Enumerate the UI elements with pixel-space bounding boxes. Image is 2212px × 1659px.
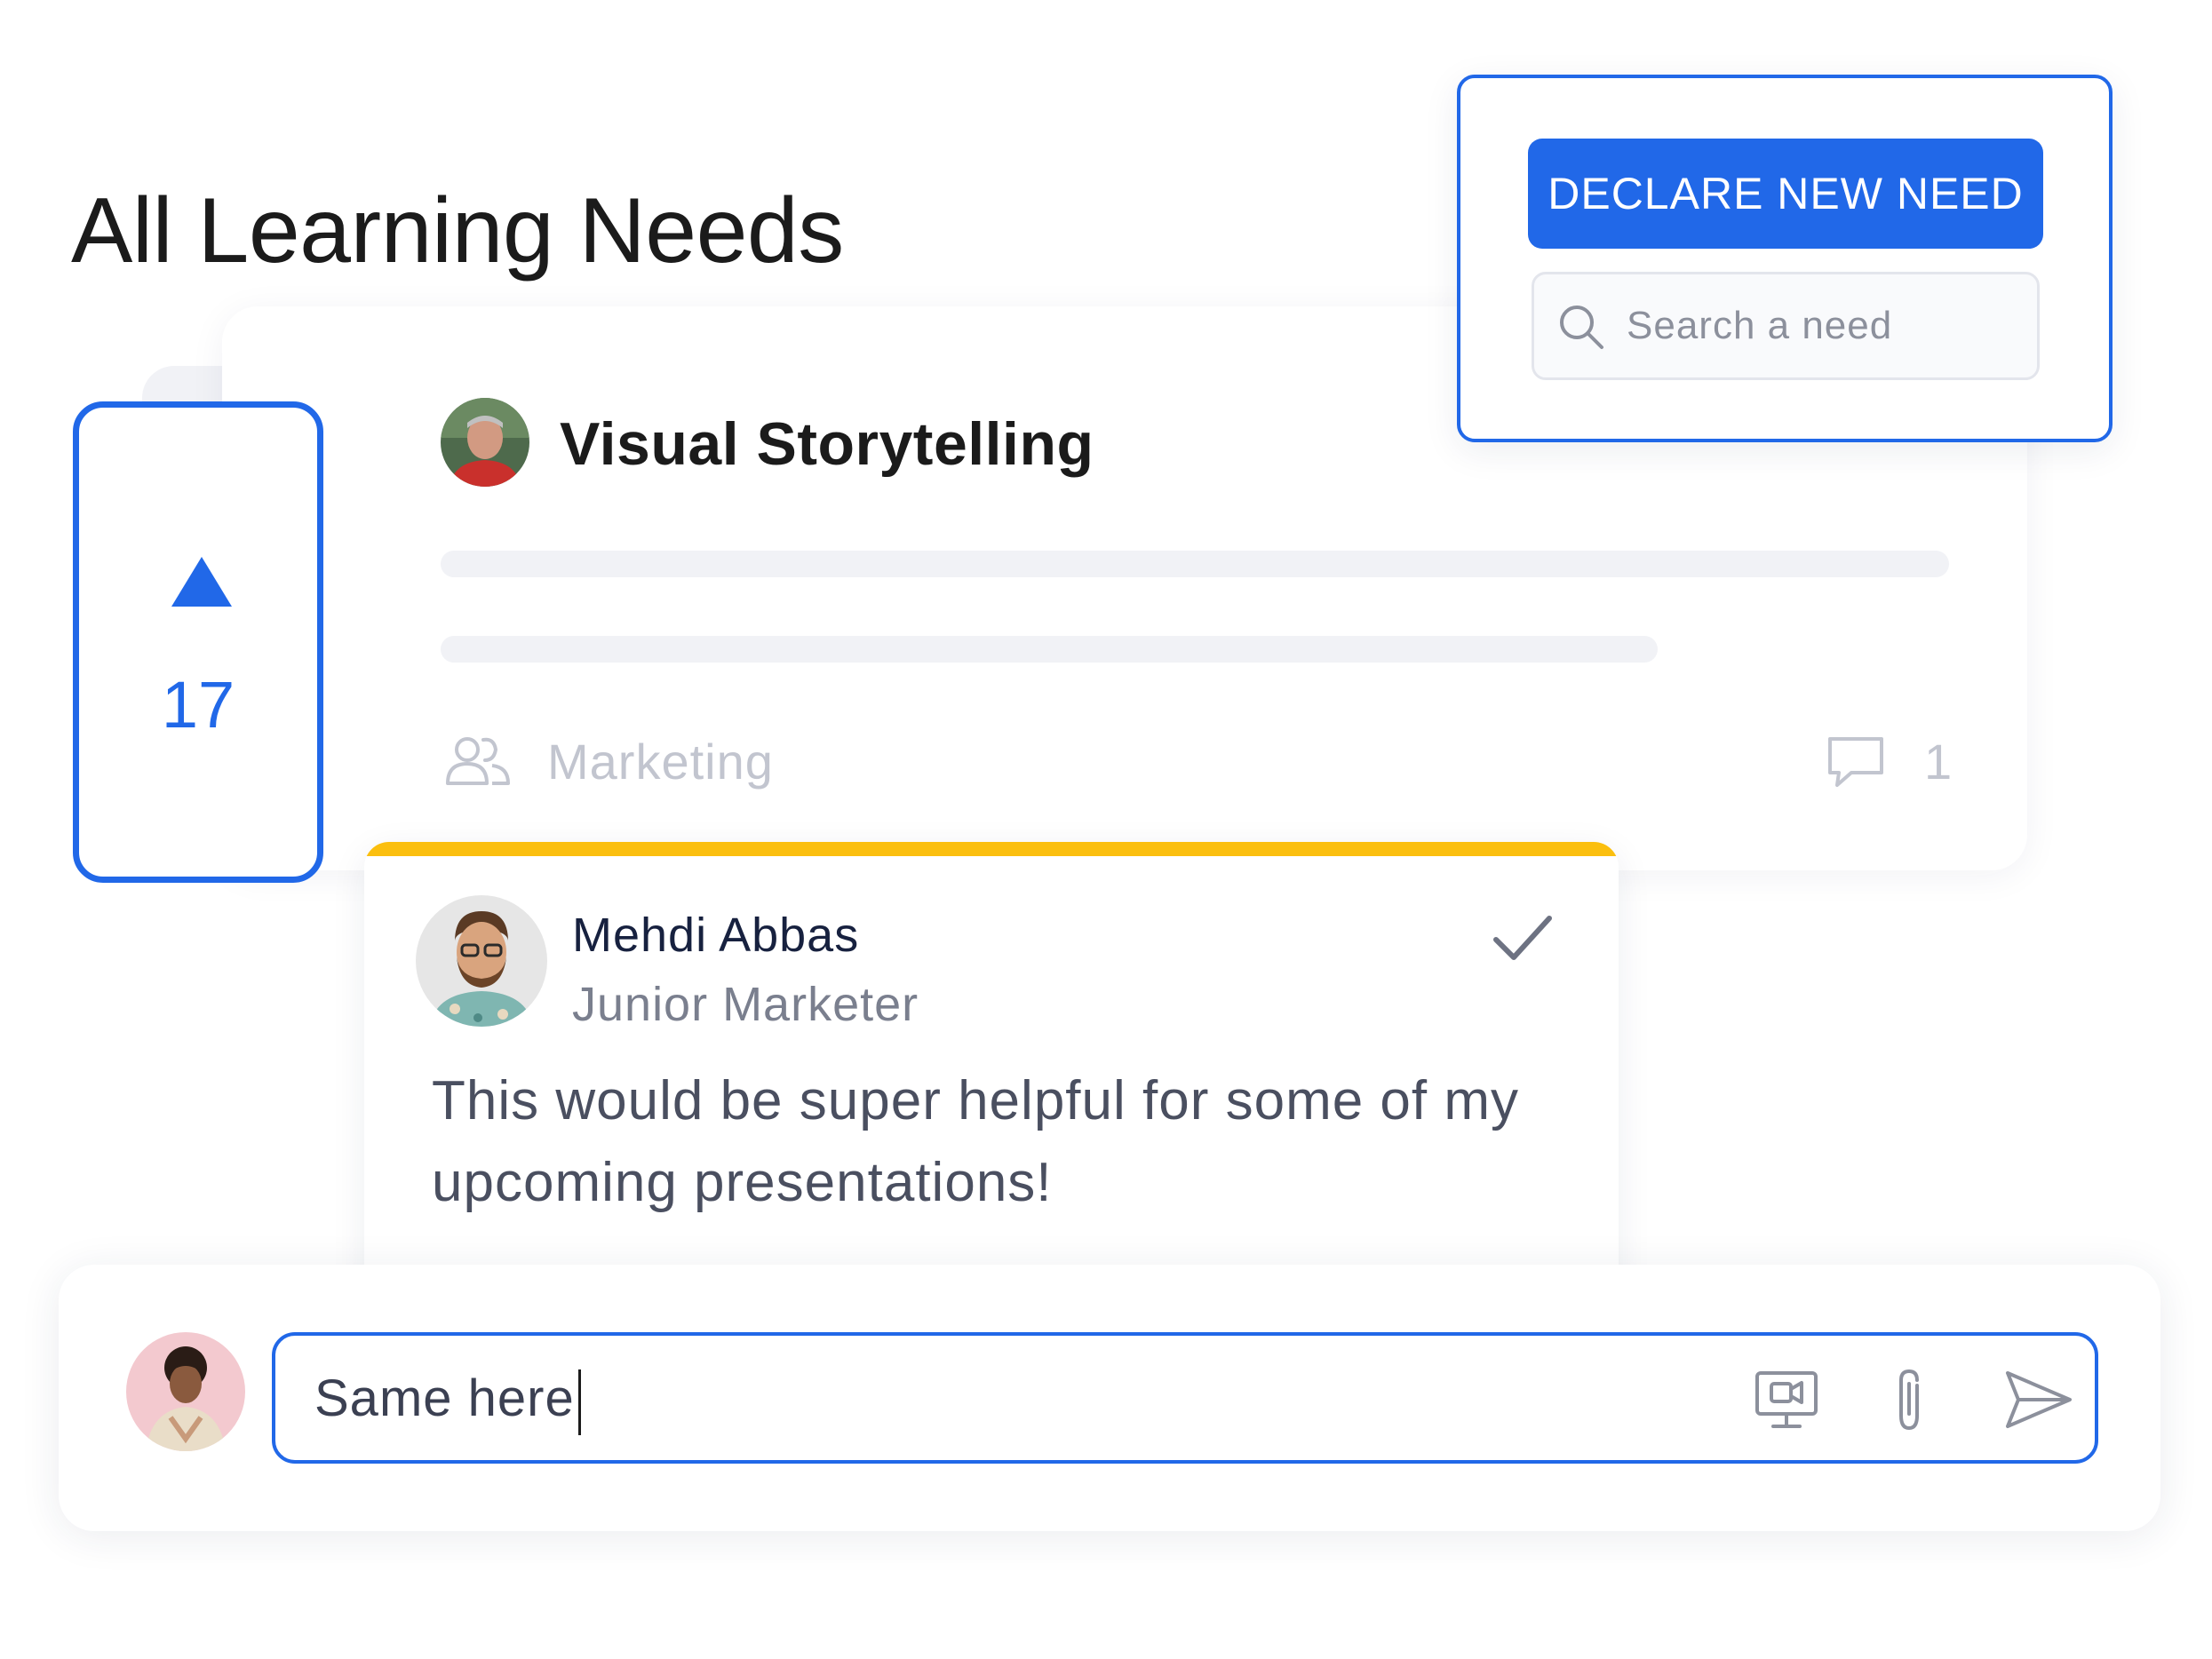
screen-record-icon[interactable] (1754, 1369, 1819, 1432)
commenter-name: Mehdi Abbas (572, 909, 860, 962)
need-author-avatar (441, 398, 529, 487)
comment-count: 1 (1924, 734, 1953, 790)
upvote-button[interactable]: 17 (73, 401, 323, 883)
search-icon (1560, 306, 1603, 349)
declare-panel: DECLARE NEW NEED (1457, 75, 2113, 442)
text-caret (577, 1369, 581, 1435)
commenter-avatar (416, 895, 547, 1027)
reply-input[interactable]: Same here (272, 1332, 2098, 1464)
need-title[interactable]: Visual Storytelling (560, 404, 1094, 484)
declare-new-need-button[interactable]: DECLARE NEW NEED (1528, 139, 2043, 249)
reply-input-value: Same here (314, 1369, 575, 1427)
commenter-role: Junior Marketer (572, 978, 919, 1031)
paperclip-icon[interactable] (1887, 1366, 1931, 1433)
reply-composer: Same here (59, 1265, 2160, 1531)
send-icon[interactable] (2004, 1369, 2073, 1430)
page-title: All Learning Needs (71, 179, 844, 282)
speech-bubble-icon[interactable] (1826, 734, 1885, 789)
description-placeholder-line (441, 551, 1949, 577)
description-placeholder-line (441, 636, 1658, 663)
users-icon (446, 737, 510, 785)
check-icon[interactable] (1491, 911, 1555, 964)
comment-text: This would be super helpful for some of … (432, 1070, 1519, 1213)
search-field[interactable] (1532, 272, 2040, 380)
team-tag: Marketing (547, 734, 774, 790)
current-user-avatar (126, 1332, 245, 1451)
search-input[interactable] (1627, 292, 2017, 360)
upvote-count: 17 (161, 668, 235, 742)
comment-accent-stripe (364, 842, 1619, 856)
upvote-arrow-icon (171, 557, 232, 607)
reply-input-field[interactable]: Same here (314, 1359, 581, 1439)
